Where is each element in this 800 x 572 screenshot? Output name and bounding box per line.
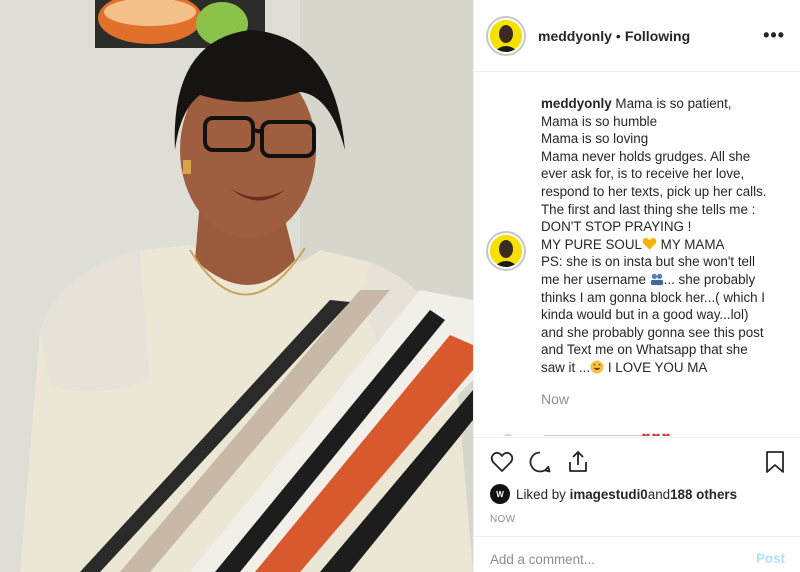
liker-username-link[interactable]: imagestudi0 (570, 487, 648, 502)
caption-line: respond to her texts, pick up her calls. (541, 183, 767, 199)
post-photo[interactable] (0, 0, 473, 572)
caption-avatar[interactable] (486, 231, 526, 271)
action-bar (474, 437, 800, 485)
cut-off-comment-icon (503, 433, 670, 436)
caption-line: DON'T STOP PRAYING ! (541, 219, 692, 235)
comment-bubble-icon[interactable] (528, 450, 552, 474)
caption-text-fragment: MY PURE SOUL (541, 236, 642, 252)
caption-line: kinda would but in a good way...lol) (541, 307, 749, 323)
caption-line: Mama is so humble (541, 113, 658, 129)
likes-prefix: Liked by (516, 486, 566, 502)
caption-line: ever ask for, is to receive her love, (541, 166, 745, 182)
liker-avatar[interactable]: W (490, 484, 510, 504)
comment-input[interactable] (490, 549, 730, 569)
caption-line: The first and last thing she tells me : (541, 201, 756, 217)
comment-box: Post (474, 536, 800, 572)
caption-last-line: saw it ... I LOVE YOU MA (541, 359, 791, 377)
avatar-portrait-icon (490, 235, 522, 267)
partial-comment-row (494, 427, 794, 436)
caption-line: and Text me on Whatsapp that she (541, 342, 748, 358)
likes-middle: and (647, 486, 671, 502)
caption-line: and she probably gonna see this post (541, 324, 764, 340)
more-options-button[interactable]: ••• (763, 26, 785, 44)
avatar-image (488, 17, 524, 54)
caption-username-line: me her username ... she probably (541, 271, 791, 289)
caption-avatar-image (488, 233, 524, 269)
likes-summary: W Liked by imagestudi0 and 188 others (490, 484, 737, 504)
caption-text-fragment: I LOVE YOU MA (604, 359, 708, 375)
caption-text-fragment: MY MAMA (656, 236, 725, 252)
post-header: meddyonly • Following ••• (474, 0, 800, 72)
caption-text: meddyonly Mama is so patient, Mama is so… (541, 95, 791, 377)
caption-text-fragment: ... she probably (663, 271, 756, 287)
following-button[interactable]: Following (625, 28, 690, 44)
caption-pure-soul-line: MY PURE SOUL MY MAMA (541, 236, 791, 254)
caption-username-link[interactable]: meddyonly (541, 96, 612, 111)
heart-outline-icon[interactable] (490, 450, 514, 474)
caption-text-fragment: saw it ... (541, 359, 591, 375)
avatar-portrait-icon (490, 19, 522, 52)
caption-line: Mama is so loving (541, 131, 649, 147)
likes-others-link[interactable]: 188 others (670, 487, 737, 502)
bookmark-icon[interactable] (764, 450, 786, 474)
caption-line: thinks I am gonna block her...( which I (541, 289, 766, 305)
caption-line: PS: she is on insta but she won't tell (541, 254, 755, 270)
caption-line: Mama never holds grudges. All she (541, 148, 751, 164)
caption-first-line: meddyonly Mama is so patient, (541, 95, 791, 113)
laughing-face-icon (590, 360, 604, 374)
caption-line: Mama is so patient, (615, 96, 732, 111)
caption-text-fragment: me her username (541, 271, 650, 287)
caption-time: Now (541, 391, 570, 407)
profile-avatar[interactable] (486, 15, 526, 56)
post-timestamp: NOW (490, 514, 516, 525)
username-link[interactable]: meddyonly (538, 28, 612, 44)
post-photo-illustration (0, 0, 473, 572)
caption-area: meddyonly Mama is so patient, Mama is so… (474, 73, 800, 436)
people-emoji-icon (650, 273, 663, 286)
post-comment-button[interactable]: Post (756, 551, 785, 566)
share-arrow-icon[interactable] (566, 450, 590, 474)
yellow-heart-icon (642, 237, 657, 250)
post-side-panel: meddyonly • Following ••• meddyonly Mama… (473, 0, 800, 572)
header-separator: • (615, 27, 621, 44)
header-text: meddyonly • Following (538, 28, 690, 44)
